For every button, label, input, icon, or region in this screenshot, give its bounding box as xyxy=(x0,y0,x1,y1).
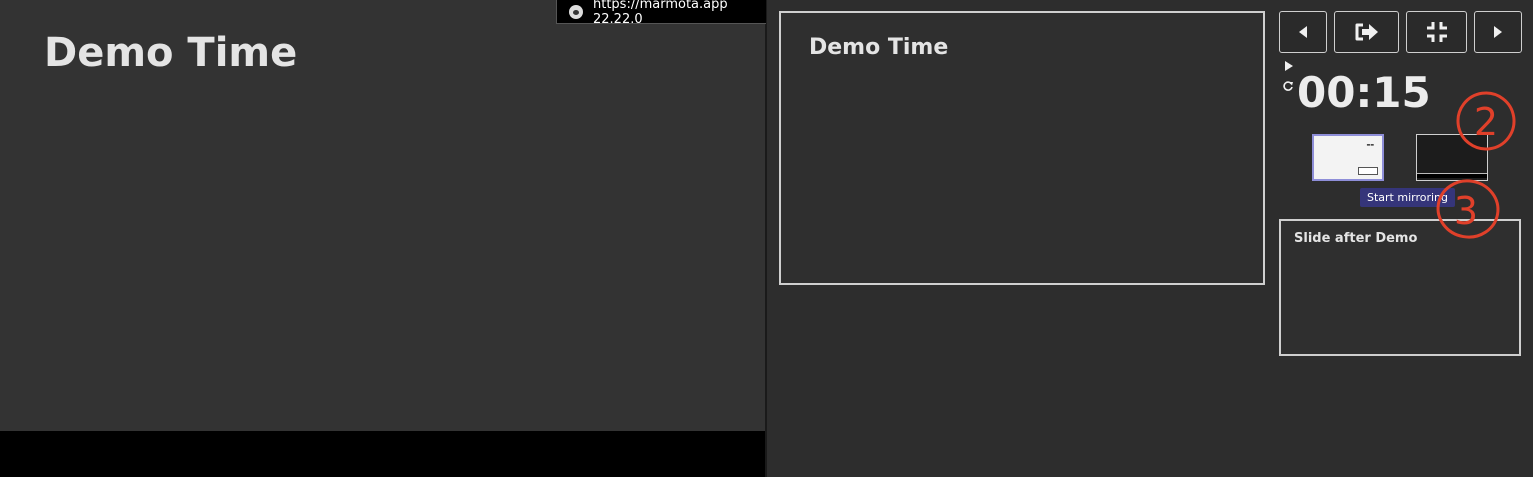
screen-thumbnail-2[interactable] xyxy=(1416,134,1488,181)
triangle-left-icon xyxy=(1299,26,1307,38)
thumbnail-mini-title: ▬▬ xyxy=(1366,142,1374,147)
next-slide-preview-title: Slide after Demo xyxy=(1294,231,1418,246)
timer-display: 00:15 xyxy=(1297,68,1431,117)
play-icon[interactable] xyxy=(1284,60,1294,72)
screen-thumbnail-1[interactable]: ▬▬ xyxy=(1312,134,1384,181)
exit-icon xyxy=(1355,23,1378,41)
exit-presentation-button[interactable] xyxy=(1334,11,1399,53)
reset-icon[interactable] xyxy=(1282,80,1294,92)
audience-bottom-bar xyxy=(0,431,765,477)
thumbnail-mini-box xyxy=(1358,167,1378,175)
url-badge[interactable]: https://marmota.app 22.22.0 xyxy=(556,0,766,27)
thumbnail-mini-strip xyxy=(1417,173,1487,178)
triangle-right-icon xyxy=(1494,26,1502,38)
compress-icon xyxy=(1426,22,1447,42)
url-text: https://marmota.app 22.22.0 xyxy=(593,0,728,27)
next-slide-button[interactable] xyxy=(1474,11,1522,53)
next-slide-preview: Slide after Demo xyxy=(1279,219,1521,356)
current-slide-preview-title: Demo Time xyxy=(809,35,949,60)
slide-title: Demo Time xyxy=(44,30,298,76)
pane-divider xyxy=(765,0,767,477)
exit-fullscreen-button[interactable] xyxy=(1406,11,1467,53)
audience-slide: Demo Time xyxy=(0,0,765,431)
current-slide-preview: Demo Time xyxy=(779,11,1265,285)
previous-slide-button[interactable] xyxy=(1279,11,1327,53)
start-mirroring-button[interactable]: Start mirroring xyxy=(1360,188,1456,207)
marmota-logo-icon xyxy=(569,4,583,19)
